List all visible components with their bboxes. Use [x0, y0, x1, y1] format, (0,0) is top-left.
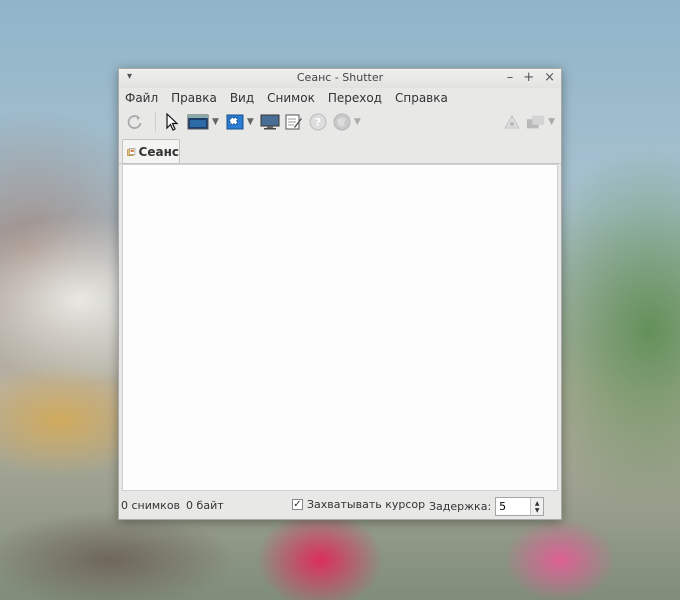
menu-edit[interactable]: Правка: [171, 91, 217, 105]
window-capture-icon[interactable]: [186, 112, 210, 132]
menu-view[interactable]: Вид: [230, 91, 254, 105]
spin-up-icon[interactable]: ▲: [535, 500, 540, 507]
session-content-area[interactable]: [122, 164, 558, 491]
menu-go[interactable]: Переход: [328, 91, 382, 105]
edit-icon[interactable]: [284, 112, 304, 132]
toolbar-separator: [155, 112, 156, 132]
close-icon[interactable]: ×: [544, 70, 555, 85]
delay-label: Задержка:: [429, 500, 492, 513]
spin-down-icon[interactable]: ▼: [535, 507, 540, 514]
total-size: 0 байт: [186, 499, 224, 512]
chevron-down-icon[interactable]: ▼: [247, 117, 254, 127]
refresh-icon[interactable]: [125, 112, 145, 132]
cursor-icon[interactable]: [162, 112, 182, 132]
web-icon[interactable]: [332, 112, 352, 132]
help-icon[interactable]: ?: [308, 112, 328, 132]
toolbar: ▼ ▼ ? ▼ ▼: [119, 109, 561, 135]
minimize-icon[interactable]: –: [507, 70, 514, 85]
chevron-down-icon[interactable]: ▼: [548, 117, 555, 127]
tab-session[interactable]: Сеанс: [122, 139, 180, 163]
menu-bar: Файл Правка Вид Снимок Переход Справка: [119, 88, 561, 108]
status-bar: 0 снимков 0 байт ✓ Захватывать курсор За…: [119, 493, 561, 519]
tab-session-label: Сеанс: [138, 144, 179, 159]
chevron-down-icon[interactable]: ▼: [212, 117, 219, 127]
capture-cursor-option[interactable]: ✓ Захватывать курсор: [292, 498, 425, 511]
session-icon: [127, 147, 136, 156]
upload-icon[interactable]: [502, 112, 522, 132]
svg-text:?: ?: [315, 116, 321, 129]
desktop-capture-icon[interactable]: [260, 112, 280, 132]
window-title: Сеанс - Shutter: [296, 71, 384, 84]
menu-screenshot[interactable]: Снимок: [267, 91, 315, 105]
menu-file[interactable]: Файл: [125, 91, 158, 105]
delay-input[interactable]: [496, 498, 531, 515]
capture-cursor-checkbox[interactable]: ✓: [292, 499, 303, 510]
title-bar[interactable]: ▾ Сеанс - Shutter – + ×: [119, 69, 561, 88]
menu-help[interactable]: Справка: [395, 91, 448, 105]
maximize-icon[interactable]: +: [523, 70, 534, 85]
delay-spinner[interactable]: ▲ ▼: [495, 497, 545, 516]
region-capture-icon[interactable]: [225, 112, 245, 132]
chevron-down-icon[interactable]: ▼: [354, 117, 361, 127]
session-tabbar: Сеанс: [119, 137, 561, 164]
capture-cursor-label: Захватывать курсор: [307, 498, 426, 511]
export-icon[interactable]: [526, 112, 546, 132]
delay-control: Задержка: ▲ ▼: [429, 497, 545, 516]
shutter-window: ▾ Сеанс - Shutter – + × Файл Правка Вид …: [118, 68, 562, 520]
screenshot-count: 0 снимков: [121, 499, 181, 512]
